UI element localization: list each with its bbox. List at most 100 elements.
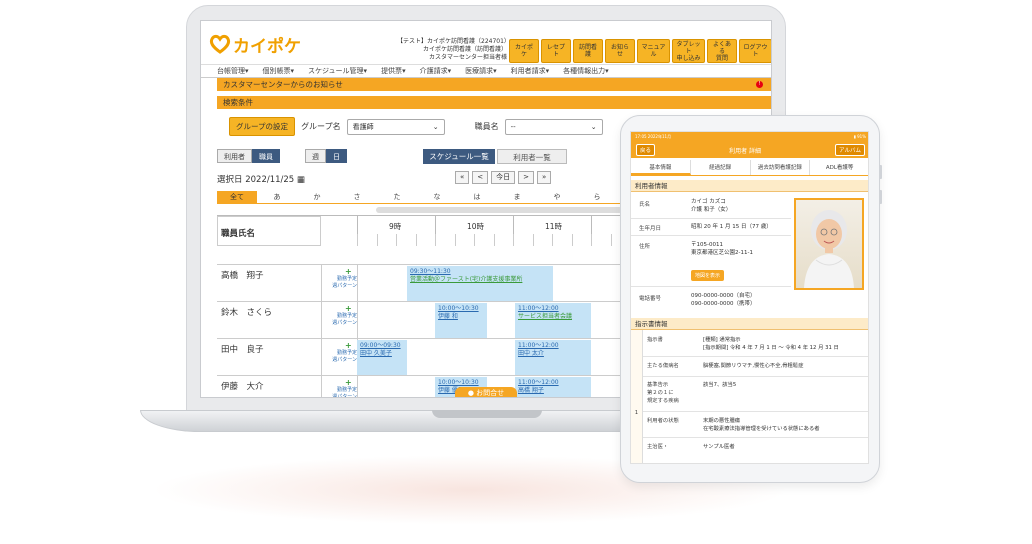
search-conditions-bar[interactable]: 検索条件 xyxy=(217,96,771,109)
section-order-info: 指示書情報 xyxy=(631,318,868,330)
notices-button[interactable]: お知らせ xyxy=(605,39,635,63)
toggle-day[interactable]: 日 xyxy=(326,149,347,163)
nav-item-medical-billing[interactable]: 医療請求▾ xyxy=(465,66,497,76)
event-time: 10:00〜10:30 xyxy=(438,305,479,312)
tab-adl[interactable]: ADL看護等 xyxy=(810,160,868,175)
row-divider xyxy=(631,218,791,219)
calendar-icon[interactable]: ▦ xyxy=(297,175,305,185)
show-map-button[interactable]: 地図を表示 xyxy=(691,270,725,281)
tablet-title: 利用者 詳細 xyxy=(729,147,761,155)
kana-tab[interactable]: や xyxy=(537,191,577,203)
quarter-tick xyxy=(513,234,514,246)
order-label: 主治医・ xyxy=(647,444,669,450)
nav-item-schedule[interactable]: スケジュール管理▾ xyxy=(308,66,367,76)
contact-tab[interactable]: ● お問合せ xyxy=(455,387,517,397)
plan-links[interactable]: 勤務予定 週パターン xyxy=(323,387,357,397)
account-line: カイポケ訪問看護（訪問看護） xyxy=(422,46,507,53)
add-icon[interactable]: + xyxy=(345,304,352,313)
order-value: [種類] 通常指示 [指示期間] 令和 4 年 7 月 1 日 〜 令和 4 年… xyxy=(703,337,839,351)
staff-name[interactable]: 鈴木 さくら xyxy=(221,306,272,318)
kana-tab[interactable]: は xyxy=(457,191,497,203)
plan-links[interactable]: 勤務予定 週パターン xyxy=(323,276,357,290)
nav-item-label: スケジュール管理 xyxy=(308,67,364,75)
add-icon[interactable]: + xyxy=(345,378,352,387)
tab-user-list[interactable]: 利用者一覧 xyxy=(497,149,567,164)
tab-schedule-list[interactable]: スケジュール一覧 xyxy=(423,149,495,164)
logout-button[interactable]: ログアウト xyxy=(739,39,771,63)
kana-tab[interactable]: か xyxy=(297,191,337,203)
schedule-event[interactable]: 11:00〜12:00 サービス担当者会議 xyxy=(515,303,591,338)
schedule-event[interactable]: 11:00〜12:00 田中 太介 xyxy=(515,340,591,375)
toggle-user[interactable]: 利用者 xyxy=(217,149,252,163)
field-value: 昭和 20 年 1 月 15 日（77 歳） xyxy=(691,224,772,230)
tablet-apply-button[interactable]: タブレット 申し込み xyxy=(672,39,705,63)
kana-tab[interactable]: ら xyxy=(577,191,617,203)
nav-item-care-billing[interactable]: 介護請求▾ xyxy=(420,66,452,76)
event-time: 09:00〜09:30 xyxy=(360,342,401,349)
toggle-week[interactable]: 週 xyxy=(305,149,326,163)
group-settings-button[interactable]: グループの設定 xyxy=(229,117,296,136)
account-line: 【テスト】カイポケ訪問看護（224701） xyxy=(397,38,510,45)
staff-name[interactable]: 伊藤 大介 xyxy=(221,380,264,392)
nav-item-provision[interactable]: 提供票▾ xyxy=(381,66,406,76)
app-header: カイポケ 【テスト】カイポケ訪問看護（224701） カイポケ訪問看護（訪問看護… xyxy=(201,21,771,65)
toggle-staff[interactable]: 職員 xyxy=(252,149,280,163)
staff-name[interactable]: 高橋 翔子 xyxy=(221,269,264,281)
today-button[interactable]: 今日 xyxy=(491,171,516,184)
prev-button[interactable]: < xyxy=(472,171,489,184)
horizontal-scrollbar[interactable] xyxy=(376,207,624,213)
schedule-event[interactable]: 09:00〜09:30 田中 久美子 xyxy=(357,340,407,375)
tab-progress[interactable]: 経過記録 xyxy=(691,160,751,175)
visit-nursing-button[interactable]: 訪問看護 xyxy=(573,39,603,63)
back-button[interactable]: 戻る xyxy=(636,144,656,156)
staff-select[interactable]: -- ⌄ xyxy=(504,118,603,135)
plan-links[interactable]: 勤務予定 週パターン xyxy=(323,350,357,364)
quarter-tick xyxy=(376,234,378,246)
schedule-event[interactable]: 11:00〜12:00 高橋 翔子 xyxy=(515,377,591,397)
date-label: 選択日 xyxy=(217,175,243,185)
staff-name[interactable]: 田中 良子 xyxy=(221,343,264,355)
event-time: 11:00〜12:00 xyxy=(518,379,559,386)
next-button[interactable]: > xyxy=(518,171,535,184)
kana-tab[interactable]: た xyxy=(377,191,417,203)
schedule-event[interactable]: 10:00〜10:30 伊藤 和 xyxy=(435,303,487,338)
kana-tab[interactable]: あ xyxy=(257,191,297,203)
nav-item-user-billing[interactable]: 利用者請求▾ xyxy=(511,66,550,76)
receipt-button[interactable]: レセプト xyxy=(541,39,571,63)
last-button[interactable]: » xyxy=(537,171,552,184)
kana-tab[interactable]: さ xyxy=(337,191,377,203)
tablet-side-button xyxy=(879,165,882,179)
album-button[interactable]: アルバム xyxy=(835,144,865,156)
order-index-column: 1 xyxy=(631,330,643,463)
row-divider xyxy=(631,235,791,236)
kana-tab-all[interactable]: 全て xyxy=(217,191,257,203)
manual-button[interactable]: マニュアル xyxy=(637,39,670,63)
marketing-composition: カイポケ 【テスト】カイポケ訪問看護（224701） カイポケ訪問看護（訪問看護… xyxy=(0,0,1032,544)
first-button[interactable]: « xyxy=(455,171,470,184)
notice-bar[interactable]: カスタマーセンターからのお知らせ ! xyxy=(217,78,771,91)
faq-button[interactable]: よくある 質問 xyxy=(707,39,737,63)
add-icon[interactable]: + xyxy=(345,267,352,276)
date-value[interactable]: 2022/11/25 xyxy=(245,175,294,185)
app-logo[interactable]: カイポケ xyxy=(209,33,301,57)
nav-item-export[interactable]: 各種情報出力▾ xyxy=(563,66,609,76)
row-divider xyxy=(643,411,868,412)
kaipoke-button[interactable]: カイポケ xyxy=(509,39,539,63)
nav-item-forms[interactable]: 個別帳票▾ xyxy=(263,66,295,76)
event-client: 高橋 翔子 xyxy=(518,387,544,394)
group-select[interactable]: 看護師 ⌄ xyxy=(346,118,445,135)
kana-tab[interactable]: な xyxy=(417,191,457,203)
date-pager: « < 今日 > » xyxy=(455,171,552,184)
plan-links[interactable]: 勤務予定 週パターン xyxy=(323,313,357,327)
tab-basic-info[interactable]: 基本情報 xyxy=(631,160,691,175)
group-label: グループ名 xyxy=(301,122,341,131)
tab-past-records[interactable]: 過去訪問看護記録 xyxy=(751,160,811,175)
battery-icon: ▮ 91% xyxy=(853,134,866,139)
logo-text: カイポケ xyxy=(233,36,301,57)
add-icon[interactable]: + xyxy=(345,341,352,350)
schedule-event[interactable]: 09:30〜11:30 営業活動＠ファースト(宅)介護支援事業所 xyxy=(407,266,553,301)
nav-item-ledger[interactable]: 台帳管理▾ xyxy=(217,66,249,76)
tablet-title-bar: 戻る 利用者 詳細 アルバム xyxy=(631,142,868,158)
kana-tab[interactable]: ま xyxy=(497,191,537,203)
quarter-tick xyxy=(591,234,592,246)
